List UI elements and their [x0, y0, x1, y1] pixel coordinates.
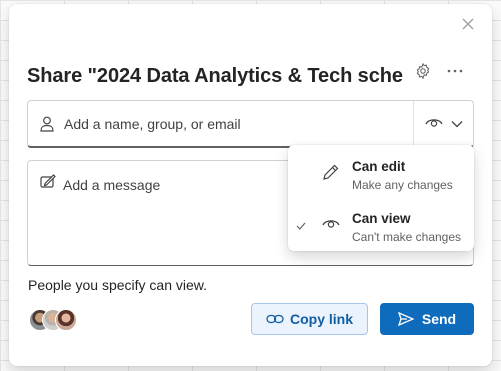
more-horizontal-icon[interactable] — [446, 62, 464, 80]
menu-item-can-edit[interactable]: Can edit Make any changes — [288, 147, 474, 197]
permission-dropdown[interactable] — [413, 101, 473, 146]
menu-item-subtitle: Can't make changes — [352, 230, 462, 244]
dialog-title: Share "2024 Data Analytics & Tech sche..… — [27, 64, 403, 87]
close-icon[interactable] — [460, 16, 476, 32]
chevron-down-icon — [451, 115, 463, 133]
message-placeholder: Add a message — [63, 177, 161, 193]
link-icon — [266, 313, 284, 325]
shared-with-avatars[interactable] — [29, 309, 89, 333]
compose-icon — [40, 174, 56, 188]
recipient-placeholder: Add a name, group, or email — [64, 115, 241, 132]
eye-icon — [424, 115, 443, 133]
copy-link-button[interactable]: Copy link — [251, 303, 368, 335]
send-button[interactable]: Send — [380, 303, 474, 335]
permission-menu: Can edit Make any changes Can view Can't… — [288, 145, 474, 251]
gear-icon[interactable] — [414, 62, 432, 80]
menu-item-title: Can view — [352, 211, 411, 226]
dialog-header: Share "2024 Data Analytics & Tech sche..… — [27, 60, 472, 92]
menu-item-title: Can edit — [352, 159, 406, 174]
send-icon — [397, 312, 414, 326]
person-icon — [40, 116, 54, 132]
send-label: Send — [421, 311, 457, 327]
share-dialog: Share "2024 Data Analytics & Tech sche..… — [9, 4, 492, 366]
eye-icon — [322, 217, 340, 229]
checkmark-icon — [296, 222, 306, 230]
recipient-input[interactable]: Add a name, group, or email — [27, 100, 474, 148]
menu-item-subtitle: Make any changes — [352, 178, 453, 192]
avatar — [55, 309, 77, 331]
menu-item-can-view[interactable]: Can view Can't make changes — [288, 199, 474, 249]
share-info-text: People you specify can view. — [28, 277, 207, 293]
copy-link-label: Copy link — [289, 311, 353, 327]
pencil-icon — [322, 163, 340, 181]
